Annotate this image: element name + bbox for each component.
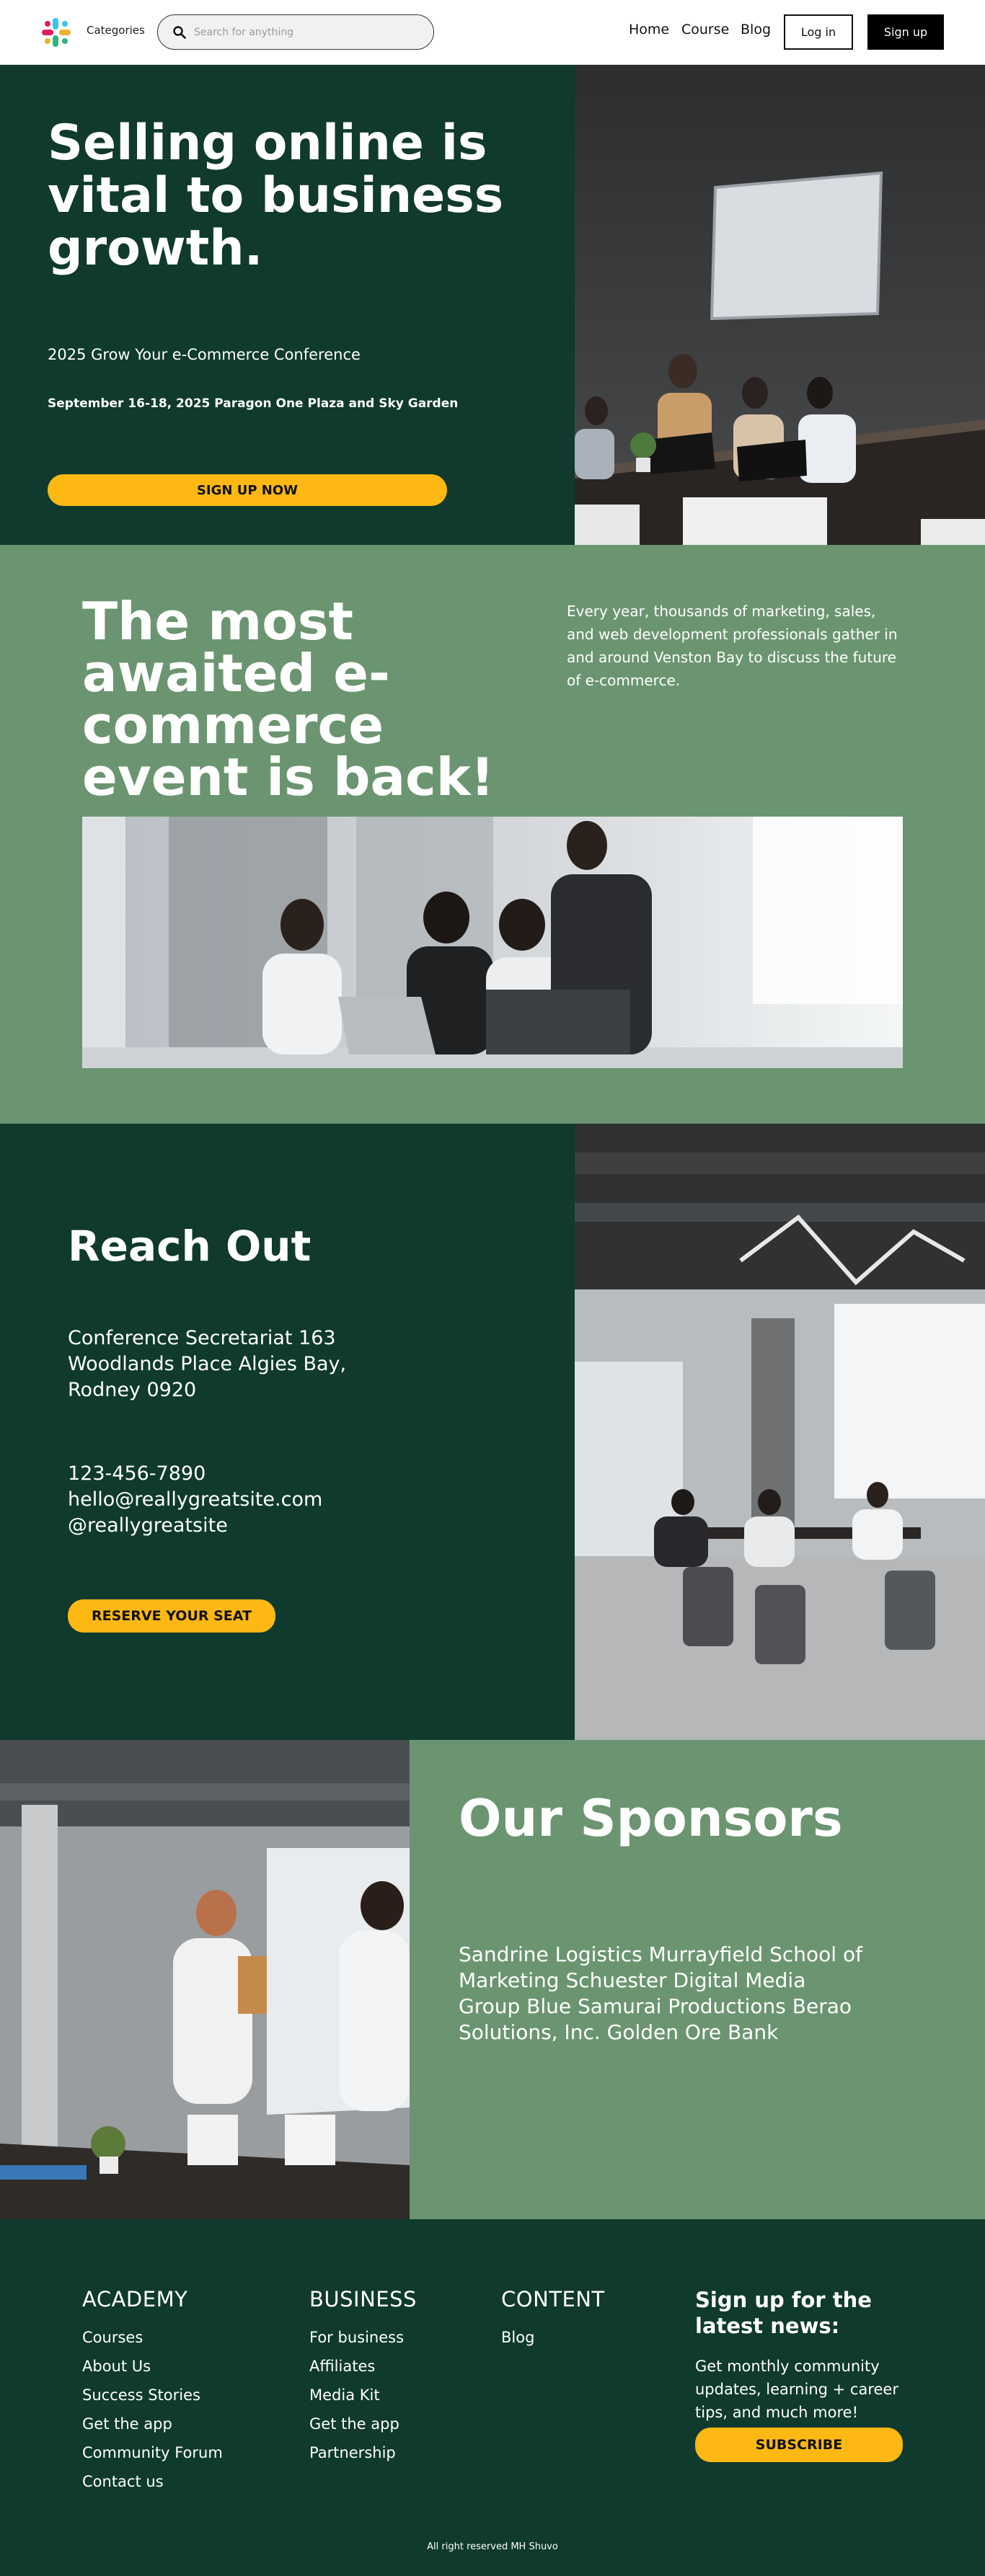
handshake-photo <box>0 1740 410 2219</box>
sponsors-title: Our Sponsors <box>459 1789 843 1848</box>
footer-business-heading: BUSINESS <box>309 2287 417 2311</box>
search-input[interactable] <box>194 26 425 38</box>
office-meeting-photo <box>575 1124 985 1740</box>
site-footer: ACADEMY Courses About Us Success Stories… <box>0 2219 985 2576</box>
footer-link-partnership[interactable]: Partnership <box>309 2438 417 2467</box>
hero-section: Selling online is vital to business grow… <box>0 65 985 545</box>
search-icon <box>172 25 187 40</box>
subscribe-button[interactable]: SUBSCRIBE <box>695 2428 903 2462</box>
social-handle[interactable]: @reallygreatsite <box>68 1513 322 1539</box>
event-colleagues-photo <box>82 817 903 1068</box>
footer-link-blog[interactable]: Blog <box>501 2323 605 2352</box>
top-nav-bar: Categories Home Course Blog Log in Sign … <box>0 0 985 65</box>
footer-link-about-us[interactable]: About Us <box>82 2352 223 2381</box>
secretariat-address: Conference Secretariat 163 Woodlands Pla… <box>68 1327 347 1401</box>
hero-date-venue: September 16-18, 2025 Paragon One Plaza … <box>48 396 459 411</box>
sign-up-now-button[interactable]: SIGN UP NOW <box>48 474 447 506</box>
reserve-seat-button[interactable]: RESERVE YOUR SEAT <box>68 1599 275 1633</box>
hero-team-photo <box>575 65 985 545</box>
slack-logo-icon[interactable] <box>40 17 72 48</box>
footer-link-media-kit[interactable]: Media Kit <box>309 2381 417 2410</box>
footer-link-get-the-app[interactable]: Get the app <box>82 2410 223 2438</box>
footer-link-affiliates[interactable]: Affiliates <box>309 2352 417 2381</box>
footer-signup-heading: Sign up for the latest news: <box>695 2288 872 2338</box>
signup-button[interactable]: Sign up <box>867 14 944 50</box>
email-address[interactable]: hello@reallygreatsite.com <box>68 1487 322 1513</box>
footer-academy-column: ACADEMY Courses About Us Success Stories… <box>82 2287 223 2496</box>
sponsors-section: Our Sponsors Sandrine Logistics Murrayfi… <box>0 1740 985 2219</box>
hero-subtitle: 2025 Grow Your e-Commerce Conference <box>48 346 361 363</box>
nav-course-link[interactable]: Course <box>681 22 729 37</box>
footer-link-courses[interactable]: Courses <box>82 2323 223 2352</box>
footer-signup-text: Get monthly community updates, learning … <box>695 2358 898 2421</box>
hero-title: Selling online is vital to business grow… <box>48 115 504 277</box>
copyright-text: All right reserved MH Shuvo <box>427 2541 558 2552</box>
footer-link-get-the-app-business[interactable]: Get the app <box>309 2410 417 2438</box>
phone-number[interactable]: 123-456-7890 <box>68 1461 322 1487</box>
login-button[interactable]: Log in <box>784 14 853 50</box>
footer-content-heading: CONTENT <box>501 2287 605 2311</box>
search-bar[interactable] <box>157 14 434 50</box>
nav-blog-link[interactable]: Blog <box>741 22 771 37</box>
event-description: Every year, thousands of marketing, sale… <box>567 603 898 689</box>
nav-home-link[interactable]: Home <box>629 22 669 37</box>
footer-signup-block: Sign up for the latest news: Get monthly… <box>695 2287 911 2424</box>
event-title: The most awaited e-commerce event is bac… <box>82 591 495 807</box>
contact-block: 123-456-7890 hello@reallygreatsite.com @… <box>68 1461 322 1539</box>
footer-content-column: CONTENT Blog <box>501 2287 605 2352</box>
footer-link-for-business[interactable]: For business <box>309 2323 417 2352</box>
categories-menu[interactable]: Categories <box>87 24 145 37</box>
footer-business-column: BUSINESS For business Affiliates Media K… <box>309 2287 417 2467</box>
reach-out-title: Reach Out <box>68 1222 312 1271</box>
event-section: The most awaited e-commerce event is bac… <box>0 545 985 1124</box>
reach-out-section: Reach Out Conference Secretariat 163 Woo… <box>0 1124 985 1740</box>
footer-link-contact-us[interactable]: Contact us <box>82 2467 223 2496</box>
footer-link-community-forum[interactable]: Community Forum <box>82 2438 223 2467</box>
sponsors-list: Sandrine Logistics Murrayfield School of… <box>459 1942 862 2044</box>
footer-link-success-stories[interactable]: Success Stories <box>82 2381 223 2410</box>
footer-academy-heading: ACADEMY <box>82 2287 188 2311</box>
